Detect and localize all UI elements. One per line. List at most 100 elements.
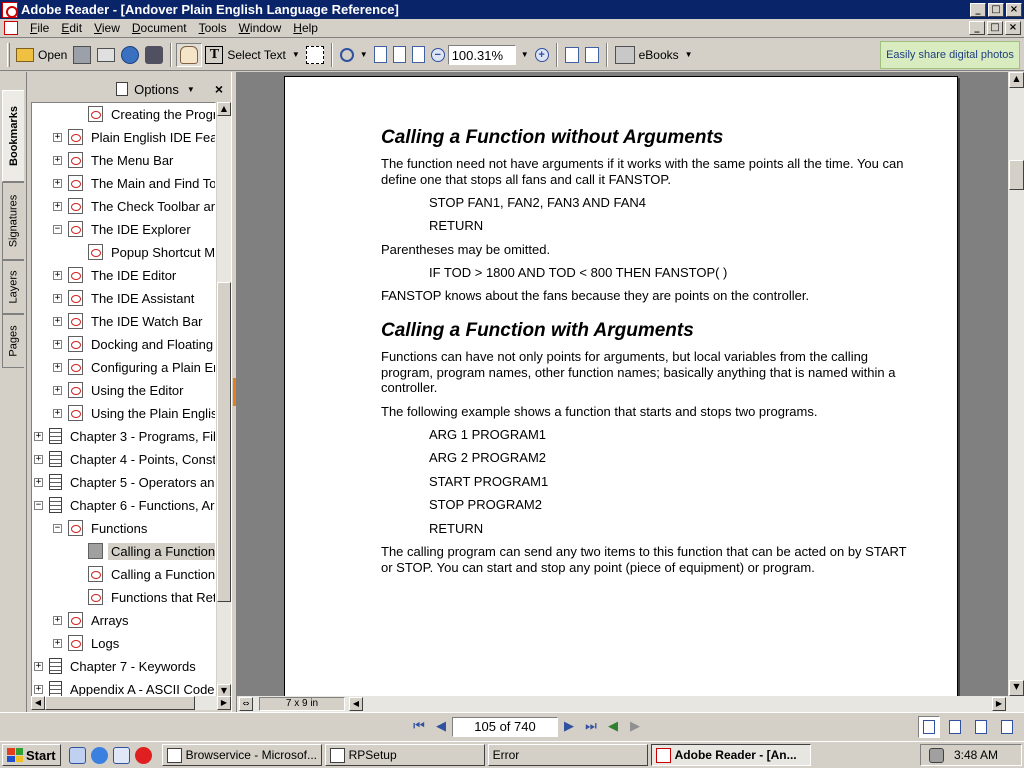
split-handle[interactable]: ⇔ <box>239 697 253 711</box>
options-menu[interactable]: Options ▼ <box>116 82 195 97</box>
toolbar-grip[interactable] <box>7 42 10 67</box>
close-button[interactable]: × <box>1006 2 1022 17</box>
show-desktop-icon[interactable] <box>68 746 86 764</box>
opera-icon[interactable] <box>134 746 152 764</box>
task-error[interactable]: Error <box>487 744 648 766</box>
bookmark-item[interactable]: − The IDE Explorer <box>53 218 194 240</box>
scroll-left-arrow[interactable]: ◀ <box>349 697 363 711</box>
hand-tool-button[interactable] <box>176 42 203 67</box>
rotate-left-button[interactable] <box>562 43 582 67</box>
bookmark-item[interactable]: + The IDE Editor <box>53 264 179 286</box>
previous-page-button[interactable]: ◀ <box>430 717 452 737</box>
page-number-input[interactable]: 105 of 740 <box>452 716 558 737</box>
expand-icon[interactable]: + <box>53 293 62 303</box>
rotate-right-button[interactable] <box>582 43 602 67</box>
zoom-out-button[interactable]: − <box>428 43 448 67</box>
bookmark-item[interactable]: + Arrays <box>53 609 132 631</box>
expand-icon[interactable]: + <box>53 362 62 372</box>
bookmark-item[interactable]: + Using the Editor <box>53 379 187 401</box>
expand-icon[interactable]: + <box>53 385 62 395</box>
bookmark-item[interactable]: + The Check Toolbar and <box>53 195 215 217</box>
facing-button[interactable] <box>970 716 992 738</box>
tray-network-icon[interactable] <box>929 747 944 763</box>
menu-view[interactable]: View <box>88 21 126 35</box>
expand-icon[interactable]: + <box>53 155 62 165</box>
print-button[interactable] <box>94 43 118 67</box>
expand-icon[interactable]: + <box>53 132 62 142</box>
chevron-down-icon[interactable]: ▼ <box>360 50 368 59</box>
bookmark-item[interactable]: Calling a Function w <box>73 563 215 585</box>
expand-icon[interactable]: + <box>53 638 62 648</box>
bookmark-item[interactable]: Functions that Ret <box>73 586 215 608</box>
bookmark-item[interactable]: Popup Shortcut Me <box>73 241 215 263</box>
task-adobe-reader[interactable]: Adobe Reader - [An... <box>650 744 811 766</box>
scroll-up-arrow[interactable]: ▲ <box>217 102 231 116</box>
bookmark-item[interactable]: + Docking and Floating <box>53 333 215 355</box>
bookmarks-vertical-scrollbar[interactable]: ▲ ▼ <box>217 102 231 698</box>
bookmark-item[interactable]: + Logs <box>53 632 122 654</box>
expand-icon[interactable]: + <box>34 477 43 487</box>
start-button[interactable]: Start <box>2 744 61 766</box>
previous-view-button[interactable]: ◀ <box>602 717 624 737</box>
bookmark-item[interactable]: + The IDE Watch Bar <box>53 310 206 332</box>
tab-layers[interactable]: Layers <box>2 260 24 314</box>
save-button[interactable] <box>70 43 94 67</box>
next-view-button[interactable]: ▶ <box>624 717 646 737</box>
select-text-button[interactable]: T Select Text ▼ <box>202 43 302 67</box>
maximize-button[interactable]: □ <box>988 2 1004 17</box>
collapse-icon[interactable]: − <box>53 224 62 234</box>
doc-restore-button[interactable]: □ <box>987 21 1003 35</box>
single-page-button[interactable] <box>918 715 940 738</box>
document-horizontal-scrollbar[interactable]: ⇔ 7 x 9 in ◀ ▶ <box>237 696 1024 712</box>
scroll-down-arrow[interactable]: ▼ <box>1009 680 1024 696</box>
promo-banner[interactable]: Easily share digital photos <box>880 41 1020 69</box>
doc-close-button[interactable]: × <box>1005 21 1021 35</box>
scroll-thumb[interactable] <box>1009 160 1024 190</box>
menu-file[interactable]: File <box>24 21 55 35</box>
bookmark-item[interactable]: + The IDE Assistant <box>53 287 197 309</box>
hscroll-thumb[interactable] <box>45 696 195 710</box>
zoom-input[interactable]: 100.31% <box>447 44 516 65</box>
bookmark-item[interactable]: + Using the Plain Englis <box>53 402 215 424</box>
next-page-button[interactable]: ▶ <box>558 717 580 737</box>
search-button[interactable] <box>142 43 166 67</box>
splitter-handle[interactable] <box>233 378 236 406</box>
continuous-facing-button[interactable] <box>996 716 1018 738</box>
menu-edit[interactable]: Edit <box>55 21 88 35</box>
expand-icon[interactable]: + <box>34 454 43 464</box>
zoom-tool-button[interactable]: ▼ <box>337 43 371 67</box>
minimize-button[interactable]: _ <box>970 2 986 17</box>
bookmark-item[interactable]: + Chapter 7 - Keywords <box>34 655 199 677</box>
expand-icon[interactable]: + <box>53 316 62 326</box>
chevron-down-icon[interactable]: ▼ <box>292 50 300 59</box>
bookmark-item[interactable]: + The Main and Find Too <box>53 172 215 194</box>
open-button[interactable]: Open <box>13 43 70 67</box>
continuous-button[interactable] <box>944 716 966 738</box>
panel-close-button[interactable]: × <box>215 81 223 97</box>
expand-icon[interactable]: + <box>53 615 62 625</box>
menu-window[interactable]: Window <box>233 21 288 35</box>
bookmark-item[interactable]: + Plain English IDE Fea <box>53 126 215 148</box>
expand-icon[interactable]: + <box>34 431 43 441</box>
actual-size-button[interactable] <box>371 43 390 67</box>
zoom-dropdown[interactable]: ▼ <box>516 43 532 67</box>
expand-icon[interactable]: + <box>53 339 62 349</box>
first-page-button[interactable]: ⏮ <box>408 717 430 737</box>
bookmark-item[interactable]: + Chapter 4 - Points, Const <box>34 448 215 470</box>
tab-bookmarks[interactable]: Bookmarks <box>2 90 24 182</box>
collapse-icon[interactable]: − <box>34 500 43 510</box>
bookmarks-horizontal-scrollbar[interactable]: ◀ ▶ <box>31 696 231 710</box>
collapse-icon[interactable]: − <box>53 523 62 533</box>
bookmark-tree[interactable]: Creating the Progra + Plain English IDE Fe… <box>31 102 216 698</box>
ebooks-button[interactable]: eBooks ▼ <box>612 43 696 67</box>
expand-icon[interactable]: + <box>34 684 43 694</box>
scroll-right-arrow[interactable]: ▶ <box>217 696 231 710</box>
chevron-down-icon[interactable]: ▼ <box>685 50 693 59</box>
menu-tools[interactable]: Tools <box>193 21 233 35</box>
menu-help[interactable]: Help <box>287 21 324 35</box>
expand-icon[interactable]: + <box>53 408 62 418</box>
scroll-up-arrow[interactable]: ▲ <box>1009 72 1024 88</box>
snapshot-button[interactable] <box>303 43 327 67</box>
zoom-in-button[interactable]: + <box>532 43 552 67</box>
document-view[interactable]: Calling a Function without Arguments The… <box>237 72 1008 696</box>
